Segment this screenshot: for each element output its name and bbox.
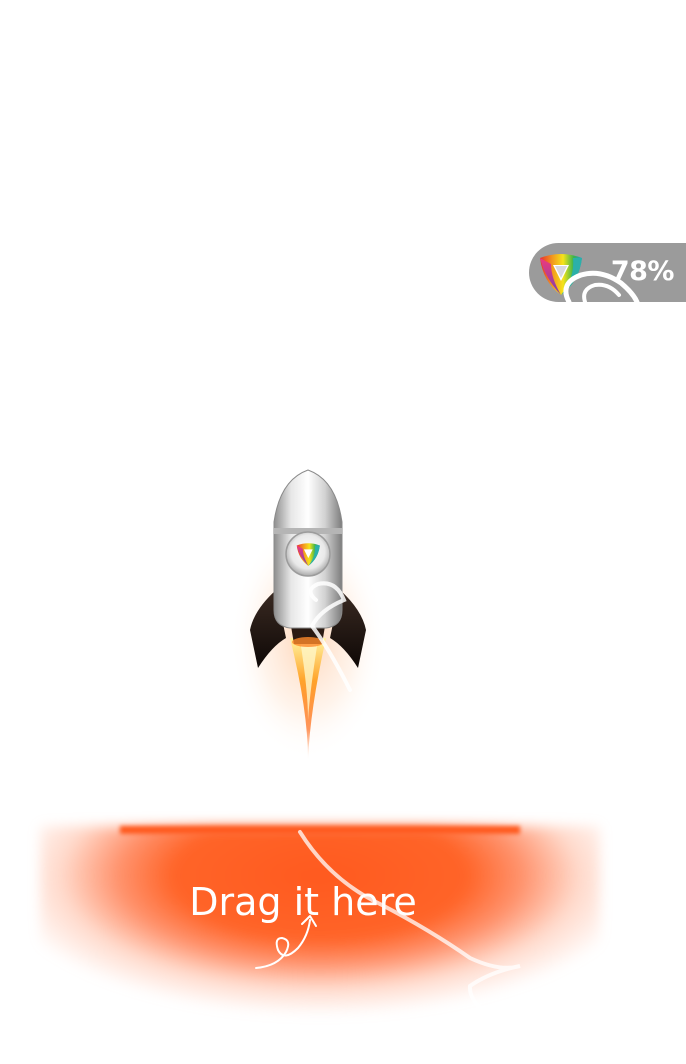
rocket-icon — [230, 469, 386, 760]
drop-zone[interactable]: Drag it here — [0, 826, 686, 1064]
floating-memory-widget[interactable]: 78% — [529, 243, 686, 302]
rocket[interactable] — [228, 460, 388, 780]
memory-percent: 78% — [610, 256, 675, 287]
curly-up-arrow-icon — [255, 915, 317, 969]
drop-zone-edge — [120, 826, 520, 834]
screen: 78% Drag it here — [0, 0, 686, 1064]
